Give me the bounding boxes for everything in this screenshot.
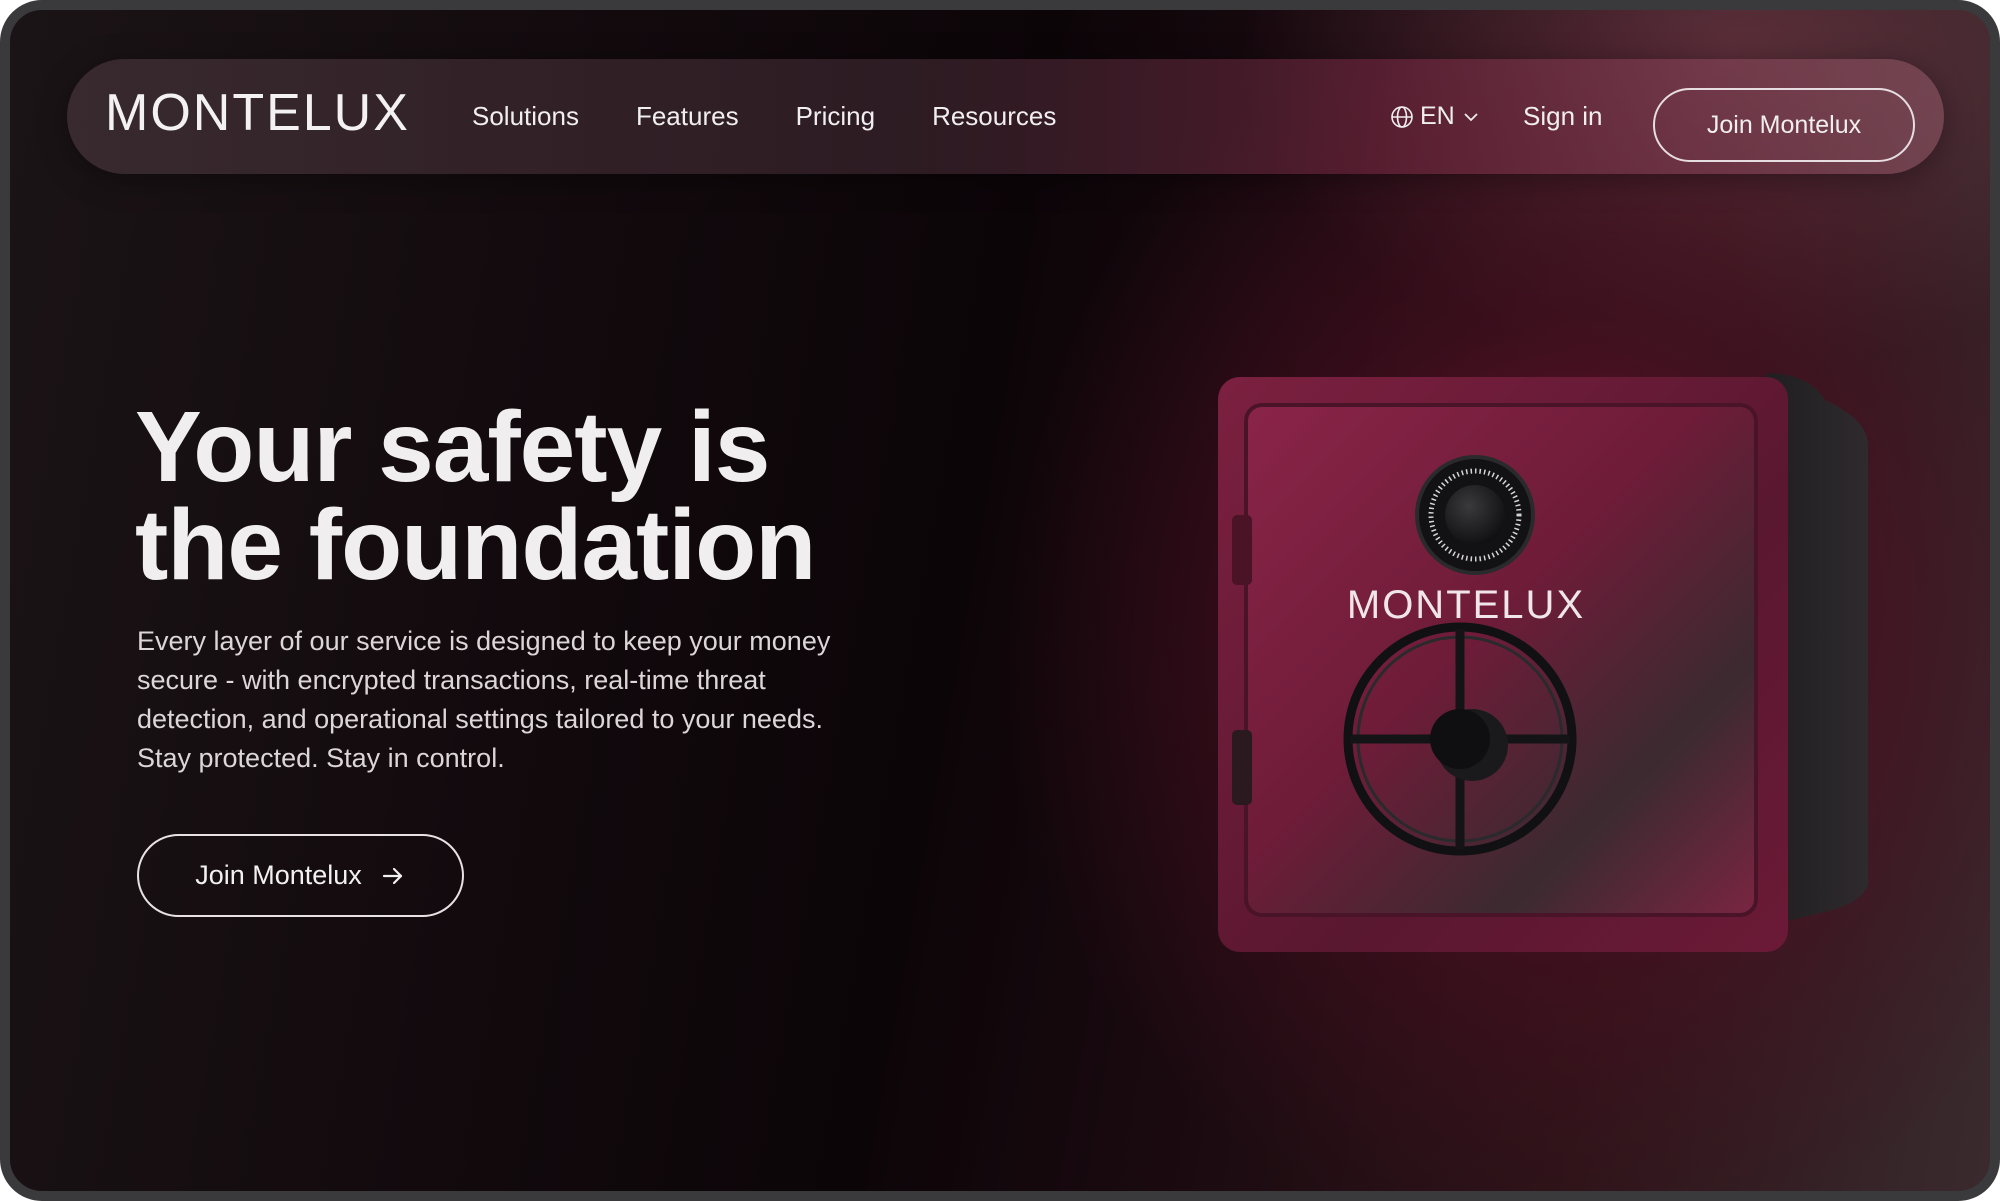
safe-graphic: MONTELUX (1218, 373, 1868, 952)
hero-description-line: Every layer of our service is designed t… (137, 626, 831, 656)
safe-illustration: MONTELUX (1210, 365, 1880, 965)
hero-description: Every layer of our service is designed t… (137, 622, 937, 778)
hero-description-line: Stay protected. Stay in control. (137, 743, 505, 773)
nav-links: Solutions Features Pricing Resources (472, 59, 1056, 174)
nav-link-features[interactable]: Features (636, 101, 739, 132)
safe-logo-text: MONTELUX (1347, 583, 1585, 627)
chevron-down-icon (1464, 112, 1478, 121)
globe-icon (1391, 105, 1413, 128)
safe-hinge-bottom (1232, 730, 1252, 805)
nav-link-solutions[interactable]: Solutions (472, 101, 579, 132)
top-navigation-bar: MONTELUX Solutions Features Pricing Reso… (67, 59, 1944, 174)
join-button[interactable]: Join Montelux (1653, 88, 1915, 162)
hero-description-line: secure - with encrypted transactions, re… (137, 665, 766, 695)
nav-link-resources[interactable]: Resources (932, 101, 1056, 132)
combination-dial-knob (1445, 485, 1505, 545)
handle-hub (1430, 709, 1490, 769)
language-label: EN (1420, 102, 1455, 130)
sign-in-link[interactable]: Sign in (1523, 59, 1603, 174)
brand-logo-text: MONTELUX (105, 84, 410, 142)
arrow-right-icon (382, 867, 402, 884)
hero-description-line: detection, and operational settings tail… (137, 704, 823, 734)
hero-headline-line: Your safety is (135, 391, 770, 503)
safe-hinge-top (1232, 515, 1252, 585)
brand-logo[interactable]: MONTELUX (105, 84, 410, 142)
app-window: MONTELUX Solutions Features Pricing Reso… (0, 0, 2000, 1201)
hero-join-button[interactable]: Join Montelux (137, 834, 464, 917)
hero-join-button-label: Join Montelux (195, 860, 362, 890)
nav-link-pricing[interactable]: Pricing (796, 101, 875, 132)
language-selector[interactable]: EN (1390, 59, 1481, 174)
hero-headline: Your safety is the foundation (135, 391, 1035, 601)
hero-headline-line: the foundation (135, 489, 816, 601)
